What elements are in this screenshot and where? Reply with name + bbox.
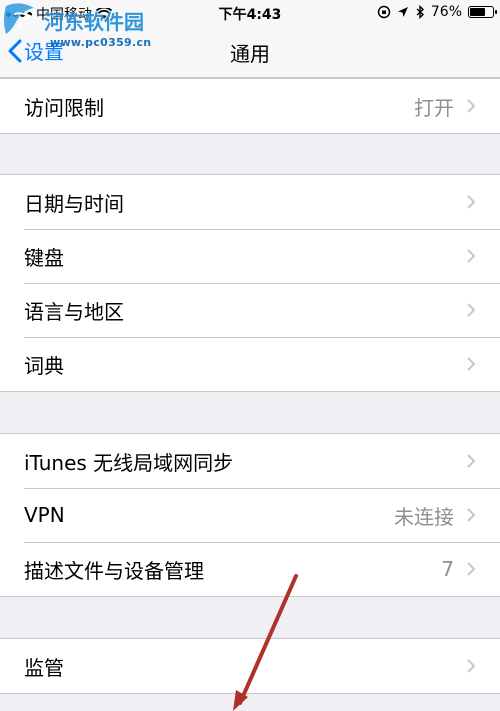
row-label: 日期与时间 (24, 191, 124, 216)
chevron-right-icon (467, 454, 476, 468)
page-title: 通用 (230, 42, 270, 66)
chevron-right-icon (467, 303, 476, 317)
settings-row-vpn[interactable]: VPN 未连接 (0, 488, 500, 542)
navigation-bar: 设置 通用 (0, 26, 500, 78)
battery-level (470, 8, 486, 16)
chevron-right-icon (467, 99, 476, 113)
row-label: 监管 (24, 655, 64, 680)
row-label: iTunes 无线局域网同步 (24, 450, 234, 475)
row-label: VPN (24, 503, 65, 527)
status-right: 76% (377, 4, 497, 20)
settings-row-restrictions[interactable]: 访问限制 打开 (0, 79, 500, 133)
row-label: 描述文件与设备管理 (24, 558, 204, 583)
battery-percent: 76% (430, 4, 462, 20)
row-value: 未连接 (394, 504, 454, 529)
row-value: 7 (441, 557, 454, 581)
status-bar: 中国移动 下午4:43 76% (0, 0, 500, 26)
settings-row-itunes-wifi-sync[interactable]: iTunes 无线局域网同步 (0, 434, 500, 488)
settings-row-dictionary[interactable]: 词典 (0, 337, 500, 391)
orientation-lock-icon (377, 5, 391, 19)
row-value: 打开 (414, 95, 454, 120)
chevron-right-icon (467, 562, 476, 576)
battery-icon (468, 6, 497, 18)
chevron-right-icon (467, 195, 476, 209)
settings-row-date-time[interactable]: 日期与时间 (0, 175, 500, 229)
bluetooth-icon (416, 5, 424, 19)
chevron-right-icon (467, 357, 476, 371)
settings-group-restrictions: 访问限制 打开 (0, 78, 500, 134)
row-label: 词典 (24, 353, 64, 378)
location-icon (397, 7, 408, 17)
settings-row-language-region[interactable]: 语言与地区 (0, 283, 500, 337)
row-label: 键盘 (24, 245, 64, 270)
settings-group-supervision: 监管 (0, 638, 500, 694)
chevron-right-icon (467, 659, 476, 673)
chevron-right-icon (467, 249, 476, 263)
settings-group-general: 日期与时间 键盘 语言与地区 词典 (0, 174, 500, 392)
settings-row-profiles-device-management[interactable]: 描述文件与设备管理 7 (0, 542, 500, 596)
settings-row-keyboard[interactable]: 键盘 (0, 229, 500, 283)
settings-row-supervision[interactable]: 监管 (0, 639, 500, 693)
chevron-right-icon (467, 508, 476, 522)
row-label: 语言与地区 (24, 299, 124, 324)
row-label: 访问限制 (24, 95, 104, 120)
settings-group-network: iTunes 无线局域网同步 VPN 未连接 描述文件与设备管理 7 (0, 433, 500, 597)
